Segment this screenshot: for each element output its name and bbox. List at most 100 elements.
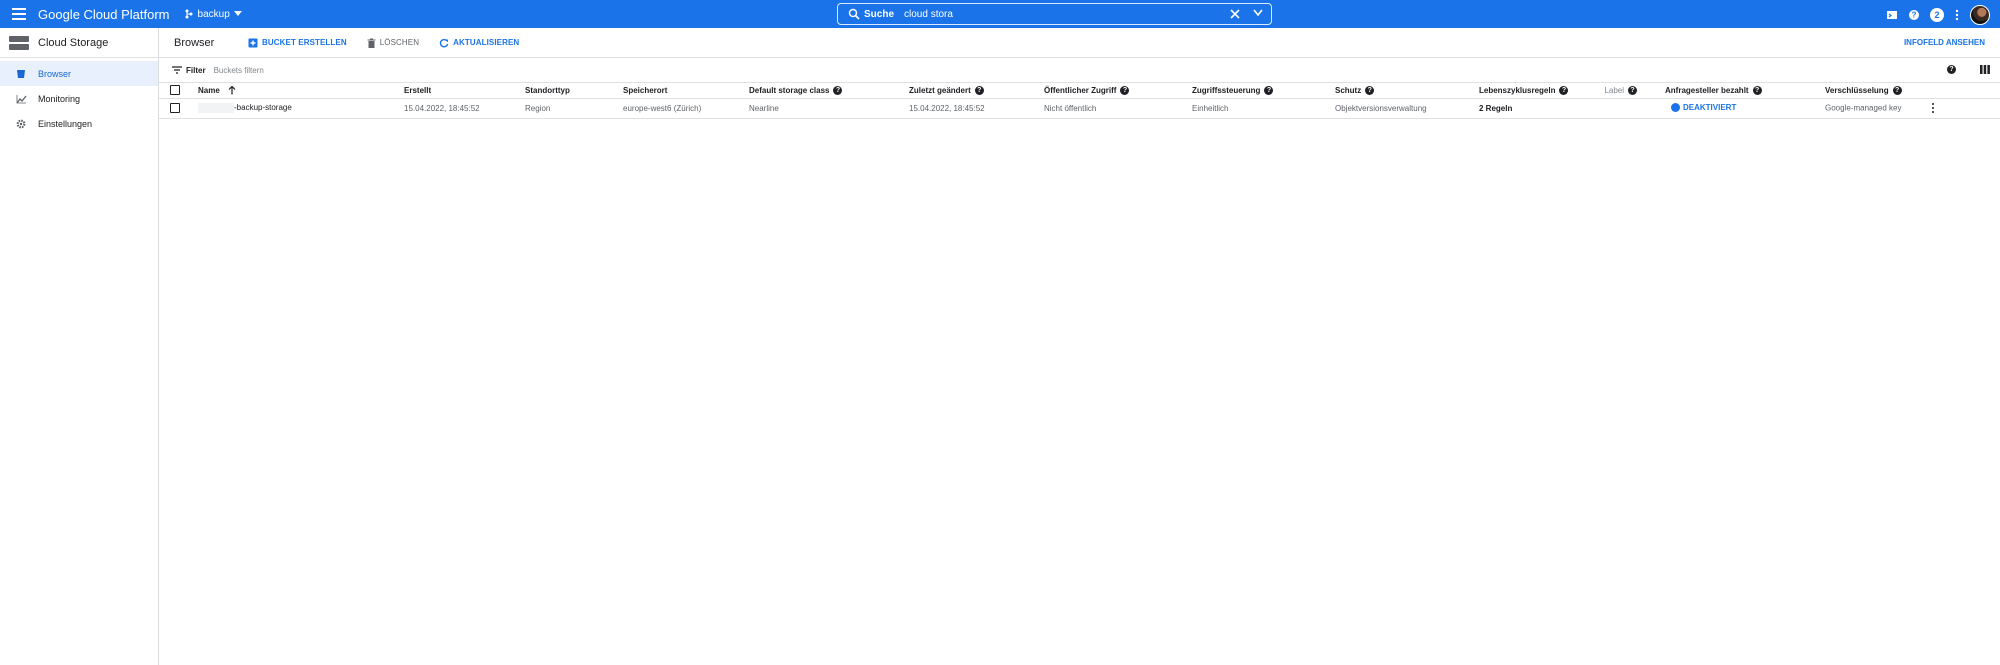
filter-icon [172,66,182,74]
more-vert-icon[interactable] [1954,9,1960,21]
column-label: Zugriffssteuerung [1192,85,1261,95]
storage-class-cell: Nearline [749,103,779,113]
modified-cell: 15.04.2022, 18:45:52 [909,103,985,113]
trash-icon [367,38,376,48]
sidebar-item-monitoring[interactable]: Monitoring [0,86,158,111]
avatar[interactable] [1970,5,1990,25]
column-label: Label [1604,85,1624,95]
lifecycle-cell[interactable]: 2 Regeln [1479,98,1590,118]
bucket-name-link[interactable]: -backup-storage [234,103,292,112]
table-header-row: Name Erstellt Standorttyp Speicherort De… [159,83,2000,98]
requester-pays-status[interactable]: DEAKTIVIERT [1671,102,1737,112]
column-name[interactable]: Name [198,83,404,98]
show-info-panel-button[interactable]: INFOFELD ANSEHEN [1904,38,1985,47]
create-bucket-button[interactable]: BUCKET ERSTELLEN [248,38,347,48]
refresh-icon [439,38,449,47]
encryption-value: Google-managed key [1825,103,1902,113]
column-protection[interactable]: Schutz? [1335,83,1479,98]
page-title: Browser [174,36,215,49]
delete-button[interactable]: LÖSCHEN [367,38,419,48]
column-lifecycle[interactable]: Lebenszyklusregeln? [1479,83,1590,98]
sidebar-header: Cloud Storage [0,28,158,58]
column-requester-pays[interactable]: Anfragesteller bezahlt? [1665,83,1825,98]
help-icon[interactable]: ? [974,85,984,95]
row-select-cell [159,98,198,118]
product-name[interactable]: Google Cloud Platform [38,7,170,22]
requester-pays-label: DEAKTIVIERT [1683,102,1737,112]
column-label: Name [198,85,220,95]
project-icon [185,9,193,19]
column-encryption[interactable]: Verschlüsselung? [1825,83,2000,98]
column-location[interactable]: Speicherort [623,83,749,98]
column-location-type[interactable]: Standorttyp [525,83,623,98]
refresh-label: AKTUALISIEREN [453,38,520,47]
sidebar-item-browser[interactable]: Browser [0,61,158,86]
chevron-down-icon [233,11,242,16]
buckets-table: Name Erstellt Standorttyp Speicherort De… [159,83,2000,119]
chart-icon [13,94,29,104]
column-label: Lebenszyklusregeln [1479,85,1556,95]
table-row[interactable]: -backup-storage 15.04.2022, 18:45:52 Reg… [159,98,2000,118]
help-icon[interactable]: ? [1264,85,1274,95]
chevron-down-icon[interactable] [1253,9,1263,17]
protection-cell: Objektversionsverwaltung [1335,103,1427,113]
row-more-vert-icon[interactable] [1931,102,1935,114]
refresh-button[interactable]: AKTUALISIEREN [439,38,519,48]
bucket-icon [13,69,29,79]
sort-arrow-up-icon[interactable] [228,85,236,95]
help-icon[interactable]: ? [1559,85,1569,95]
terminal-icon[interactable] [1886,9,1898,21]
requester-pays-cell: DEAKTIVIERT [1665,98,1825,118]
cloud-storage-icon [9,35,29,50]
sidebar-item-settings[interactable]: Einstellungen [0,111,158,136]
location-type-cell: Region [525,103,551,113]
column-modified[interactable]: Zuletzt geändert? [909,83,1044,98]
filter-label: Filter [186,65,206,75]
search-label: Suche [864,8,895,20]
sidebar-item-label: Browser [38,68,72,79]
column-storage-class[interactable]: Default storage class? [749,83,909,98]
help-icon[interactable]: ? [1120,85,1130,95]
filter-input[interactable]: Buckets filtern [214,66,264,75]
search-bar[interactable]: Suche cloud stora [837,3,1272,25]
gear-icon [13,119,29,129]
help-icon[interactable]: ? [1628,85,1637,95]
column-label: Zuletzt geändert [909,85,971,95]
notifications-badge[interactable]: 2 [1930,8,1944,22]
clear-icon[interactable] [1229,8,1241,20]
column-label: Anfragesteller bezahlt [1665,85,1749,95]
menu-icon[interactable] [12,8,26,20]
help-icon[interactable]: ? [1947,65,1956,74]
project-selector[interactable]: backup [184,9,242,20]
top-app-bar: Google Cloud Platform backup Suche cloud… [0,0,2000,28]
search-input[interactable]: cloud stora [904,9,1271,20]
public-access-cell: Nicht öffentlich [1044,103,1097,113]
column-display-icon[interactable] [1980,65,1990,74]
row-checkbox[interactable] [170,103,180,113]
help-icon[interactable]: ? [1752,85,1762,95]
toolbar: Browser BUCKET ERSTELLEN LÖSCHEN AKTUALI… [159,28,2000,58]
access-control-cell: Einheitlich [1192,103,1229,113]
column-access-control[interactable]: Zugriffssteuerung? [1192,83,1335,98]
help-icon[interactable]: ? [1892,85,1902,95]
search-icon [848,8,860,20]
delete-label: LÖSCHEN [379,38,420,47]
column-created[interactable]: Erstellt [404,83,525,98]
help-icon[interactable]: ? [1908,9,1920,21]
column-public-access[interactable]: Öffentlicher Zugriff? [1044,83,1192,98]
redacted-text [198,103,234,113]
filter-bar: Filter Buckets filtern ? [159,58,2000,83]
topbar-actions: ? 2 [1886,5,1990,25]
project-name: backup [197,8,230,20]
main-content: Browser BUCKET ERSTELLEN LÖSCHEN AKTUALI… [159,28,2000,665]
bucket-name-cell[interactable]: -backup-storage [198,98,404,118]
sidebar-item-label: Monitoring [38,93,81,104]
select-all-checkbox[interactable] [170,85,180,96]
select-all-cell [159,83,198,98]
help-icon[interactable]: ? [833,85,843,95]
created-cell: 15.04.2022, 18:45:52 [404,103,480,113]
create-bucket-label: BUCKET ERSTELLEN [262,38,347,47]
sidebar: Cloud Storage Browser Monitoring Einstel… [0,28,159,665]
column-label-header[interactable]: Label? [1590,83,1665,98]
help-icon[interactable]: ? [1365,85,1375,95]
